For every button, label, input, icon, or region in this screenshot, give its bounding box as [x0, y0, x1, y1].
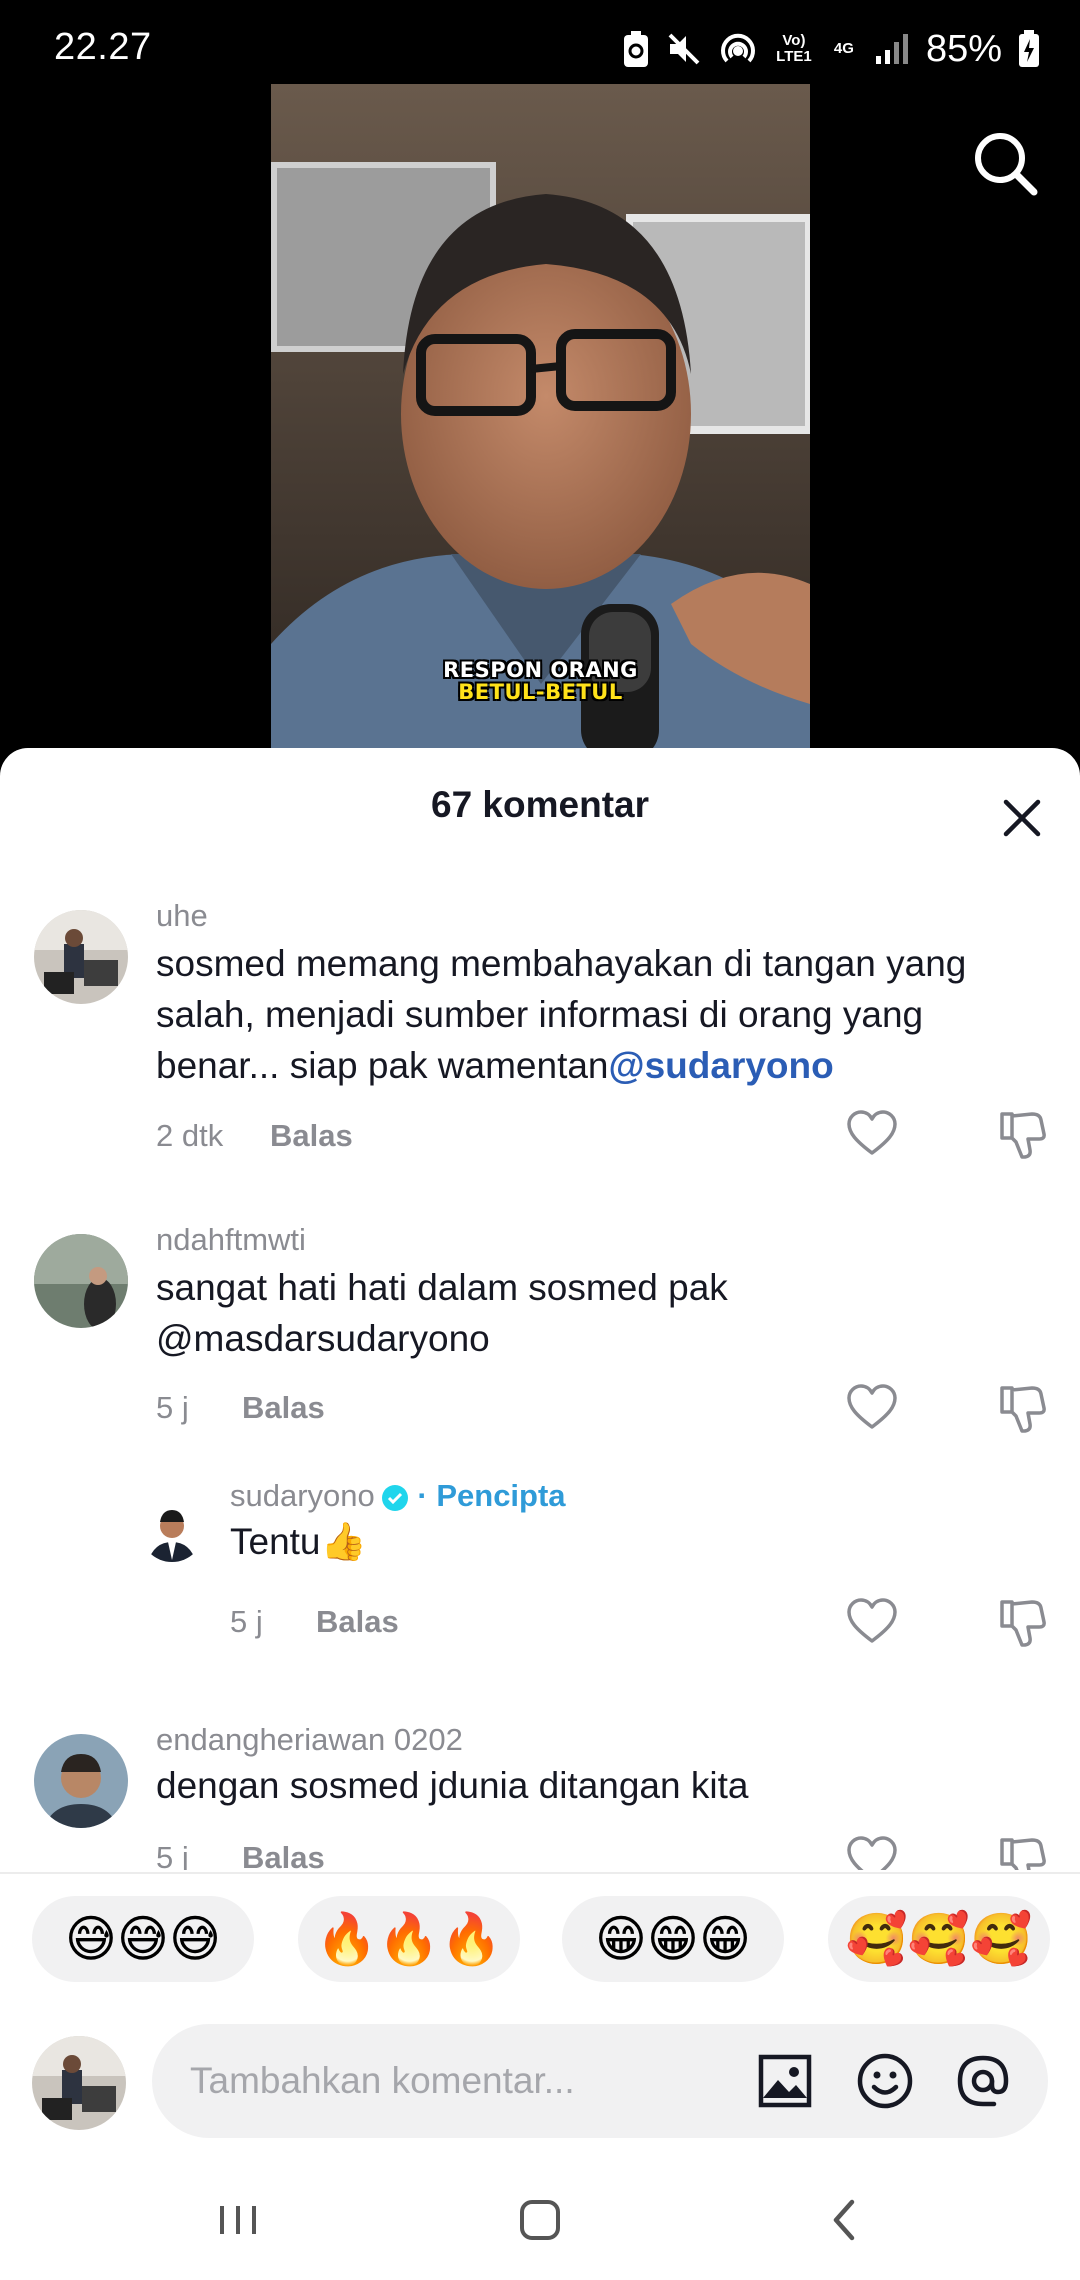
avatar[interactable]: [34, 910, 128, 1004]
signal-icon: [875, 34, 908, 64]
status-bar: 22.27 Vo) LTE1 4G 85%: [0, 0, 1080, 100]
hotspot-icon: [721, 33, 755, 63]
comment-time: 5 j: [156, 1390, 189, 1425]
comments-sheet: 67 komentar uhe sosmed memang membahayak…: [0, 748, 1080, 2280]
comment-username[interactable]: ndahftmwti: [156, 1222, 306, 1258]
comment-username[interactable]: uhe: [156, 898, 208, 934]
at-sign-icon[interactable]: [950, 2048, 1016, 2114]
battery-charging-icon: [1019, 30, 1039, 67]
comment-body: sosmed memang membahayakan di tangan yan…: [156, 943, 967, 1086]
heart-outline-icon[interactable]: [844, 1594, 900, 1650]
quick-emoji-row: 😅😅😅 🔥🔥🔥 😁😁😁 🥰🥰🥰: [0, 1896, 1080, 1986]
sheet-header: 67 komentar: [0, 748, 1080, 868]
reply-button[interactable]: Balas: [270, 1118, 353, 1154]
image-icon[interactable]: [752, 2048, 818, 2114]
quick-emoji-grin[interactable]: 😁😁😁: [562, 1896, 784, 1982]
reply-button[interactable]: Balas: [242, 1840, 325, 1870]
thumbs-down-icon[interactable]: [994, 1594, 1050, 1650]
reply-button[interactable]: Balas: [316, 1604, 399, 1640]
current-user-avatar: [32, 2036, 126, 2130]
video-area[interactable]: RESPON ORANG BETUL-BETUL: [0, 0, 1080, 760]
system-nav-bar: [0, 2160, 1080, 2280]
battery-saver-icon: [623, 31, 648, 67]
comment-username[interactable]: endangheriawan 0202: [156, 1722, 463, 1758]
comment-input[interactable]: Tambahkan komentar...: [152, 2024, 1048, 2138]
comment-item: endangheriawan 0202 dengan sosmed jdunia…: [0, 1678, 1080, 1870]
comment-text: dengan sosmed jdunia ditangan kita: [156, 1765, 749, 1806]
creator-badge: · Pencipta: [417, 1478, 566, 1513]
quick-emoji-sweat-smile[interactable]: 😅😅😅: [32, 1896, 254, 1982]
quick-emoji-fire[interactable]: 🔥🔥🔥: [298, 1896, 520, 1982]
network-volte-label: Vo) LTE1: [776, 32, 812, 65]
close-icon[interactable]: [990, 786, 1054, 850]
heart-outline-icon[interactable]: [844, 1832, 900, 1870]
video-thumbnail[interactable]: RESPON ORANG BETUL-BETUL: [271, 84, 810, 760]
mute-icon: [668, 33, 700, 65]
heart-outline-icon[interactable]: [844, 1106, 900, 1162]
comment-time: 5 j: [156, 1840, 189, 1870]
thumbs-down-icon[interactable]: [994, 1380, 1050, 1436]
search-icon[interactable]: [970, 128, 1042, 200]
avatar[interactable]: [140, 1498, 204, 1562]
reply-button[interactable]: Balas: [242, 1390, 325, 1426]
comment-text: Tentu👍: [230, 1521, 367, 1562]
smiley-icon[interactable]: [852, 2048, 918, 2114]
comments-count-title: 67 komentar: [431, 784, 649, 825]
status-time: 22.27: [54, 26, 152, 68]
comment-input-placeholder: Tambahkan komentar...: [190, 2060, 575, 2101]
comment-time: 5 j: [230, 1604, 263, 1639]
comment-username: sudaryono · Pencipta: [230, 1478, 566, 1514]
comment-time: 2 dtk: [156, 1118, 224, 1153]
comment-item: uhe sosmed memang membahayakan di tangan…: [0, 868, 1080, 1188]
verified-badge-icon: [381, 1484, 408, 1511]
comment-input-row: Tambahkan komentar...: [0, 2020, 1080, 2140]
thumbs-down-icon[interactable]: [994, 1832, 1050, 1870]
battery-percent: 85%: [925, 27, 1002, 70]
comment-item: ndahftmwti sangat hati hati dalam sosmed…: [0, 1188, 1080, 1458]
caption-line-2: BETUL-BETUL: [458, 680, 623, 704]
recent-apps-icon[interactable]: [198, 2180, 278, 2260]
status-icons: Vo) LTE1 4G 85%: [622, 24, 1040, 74]
back-icon[interactable]: [804, 2180, 884, 2260]
reply-item: sudaryono · Pencipta Tentu👍 5 j Balas: [0, 1458, 1080, 1678]
comment-mention[interactable]: @sudaryono: [609, 1045, 834, 1086]
network-gen-label: 4G: [833, 40, 854, 57]
quick-emoji-hearts-face[interactable]: 🥰🥰🥰: [828, 1896, 1050, 1982]
video-caption: RESPON ORANG BETUL-BETUL: [271, 659, 810, 703]
avatar[interactable]: [34, 1234, 128, 1328]
divider: [0, 1872, 1080, 1874]
comments-list[interactable]: uhe sosmed memang membahayakan di tangan…: [0, 868, 1080, 1870]
caption-line-1: RESPON ORANG: [443, 658, 638, 682]
comment-text: sangat hati hati dalam sosmed pak @masda…: [156, 1267, 728, 1359]
heart-outline-icon[interactable]: [844, 1380, 900, 1436]
home-icon[interactable]: [500, 2180, 580, 2260]
avatar[interactable]: [34, 1734, 128, 1828]
creator-username[interactable]: sudaryono: [230, 1478, 375, 1513]
thumbs-down-icon[interactable]: [994, 1106, 1050, 1162]
comment-text: sosmed memang membahayakan di tangan yan…: [156, 938, 1036, 1091]
